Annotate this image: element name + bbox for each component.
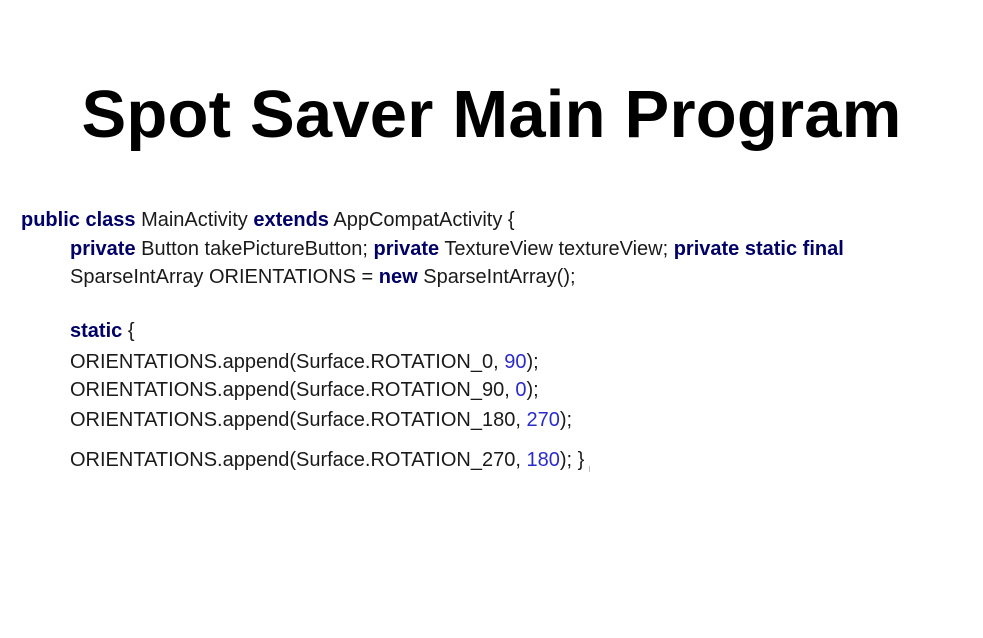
open-brace: { bbox=[127, 320, 135, 342]
keyword-private-static-final: private static final bbox=[673, 238, 844, 260]
numeric-literal: 270 bbox=[526, 409, 560, 431]
keyword-new: new bbox=[378, 266, 418, 288]
append-suffix: ); bbox=[526, 379, 539, 401]
append-call: ORIENTATIONS.append(Surface.ROTATION_270… bbox=[70, 449, 521, 471]
class-name: MainActivity bbox=[141, 209, 248, 231]
keyword-private: private bbox=[70, 238, 136, 260]
text-cursor-mark bbox=[589, 466, 591, 472]
keyword-static: static bbox=[70, 320, 123, 342]
append-suffix: ); bbox=[526, 351, 539, 373]
code-line-append: ORIENTATIONS.append(Surface.ROTATION_0, … bbox=[70, 350, 539, 374]
numeric-literal: 90 bbox=[504, 351, 527, 373]
field-declaration: Button takePictureButton; bbox=[141, 238, 368, 260]
append-suffix: ); } bbox=[559, 449, 585, 471]
code-line-static-block: static { bbox=[70, 319, 135, 343]
keyword-private: private bbox=[373, 238, 440, 260]
code-block: public class MainActivity extends AppCom… bbox=[0, 0, 983, 638]
append-call: ORIENTATIONS.append(Surface.ROTATION_0, bbox=[70, 351, 499, 373]
field-declaration: TextureView textureView; bbox=[444, 238, 669, 260]
code-line-orientations-declaration: SparseIntArray ORIENTATIONS = new Sparse… bbox=[70, 265, 576, 289]
keyword-extends: extends bbox=[253, 209, 329, 231]
append-call: ORIENTATIONS.append(Surface.ROTATION_180… bbox=[70, 409, 521, 431]
code-line-append: ORIENTATIONS.append(Surface.ROTATION_90,… bbox=[70, 378, 539, 402]
code-line-append: ORIENTATIONS.append(Surface.ROTATION_270… bbox=[70, 448, 591, 472]
code-line-append: ORIENTATIONS.append(Surface.ROTATION_180… bbox=[70, 408, 572, 432]
field-declaration: SparseIntArray ORIENTATIONS = bbox=[70, 266, 374, 288]
append-suffix: ); bbox=[559, 409, 573, 431]
numeric-literal: 180 bbox=[526, 449, 560, 471]
append-call: ORIENTATIONS.append(Surface.ROTATION_90, bbox=[70, 379, 510, 401]
parent-class: AppCompatActivity { bbox=[333, 209, 515, 231]
keyword-public: public bbox=[21, 209, 80, 231]
numeric-literal: 0 bbox=[515, 379, 527, 401]
constructor-call: SparseIntArray(); bbox=[423, 266, 576, 288]
code-line-class-declaration: public class MainActivity extends AppCom… bbox=[21, 208, 515, 232]
keyword-class: class bbox=[85, 209, 136, 231]
code-line-field-declarations: private Button takePictureButton; privat… bbox=[70, 237, 844, 261]
